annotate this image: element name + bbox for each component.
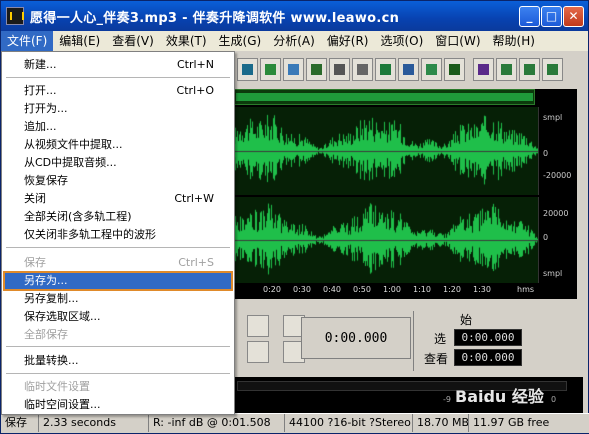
time-tick: 1:10 bbox=[413, 285, 431, 294]
time-tick: 1:30 bbox=[473, 285, 491, 294]
time-tick: 1:20 bbox=[443, 285, 461, 294]
toolbar-button-6[interactable] bbox=[352, 58, 373, 81]
menu-item-batch[interactable]: 批量转换... bbox=[4, 352, 232, 370]
level-tick: -9 bbox=[443, 395, 451, 404]
time-tick: 0:20 bbox=[263, 285, 281, 294]
status-size: 18.70 MB bbox=[413, 414, 469, 432]
toolbar-button-11[interactable] bbox=[473, 58, 494, 81]
status-format: 44100 ?16-bit ?Stereo bbox=[285, 414, 413, 432]
menu-view[interactable]: 查看(V) bbox=[106, 31, 160, 51]
menu-help[interactable]: 帮助(H) bbox=[487, 31, 541, 51]
scale-unit-bottom: smpl bbox=[543, 269, 563, 278]
overview-range[interactable] bbox=[236, 93, 533, 101]
toolbar-button-14[interactable] bbox=[542, 58, 563, 81]
menu-analyze[interactable]: 分析(A) bbox=[267, 31, 321, 51]
toolbar-button-7[interactable] bbox=[375, 58, 396, 81]
app-icon[interactable] bbox=[6, 7, 24, 25]
menu-generate[interactable]: 生成(G) bbox=[213, 31, 268, 51]
menu-item-temp-files[interactable]: 临时文件设置 bbox=[4, 378, 232, 396]
menu-item-extract-cd[interactable]: 从CD中提取音频... bbox=[4, 154, 232, 172]
toolbar-button-4[interactable] bbox=[306, 58, 327, 81]
file-menu-dropdown: 新建... Ctrl+N 打开... Ctrl+O 打开为... 追加... 从视频… bbox=[1, 51, 235, 415]
toolbar-button-10[interactable] bbox=[444, 58, 465, 81]
close-button[interactable]: ✕ bbox=[563, 6, 584, 27]
menu-bar: 文件(F) 编辑(E) 查看(V) 效果(T) 生成(G) 分析(A) 偏好(R… bbox=[1, 31, 588, 51]
time-ruler[interactable]: 0:20 0:30 0:40 0:50 1:00 1:10 1:20 1:30 … bbox=[233, 283, 538, 297]
menu-item-extract-video[interactable]: 从视频文件中提取... bbox=[4, 136, 232, 154]
menu-item-close-all[interactable]: 全部关闭(含多轨工程) bbox=[4, 208, 232, 226]
time-tick: 0:40 bbox=[323, 285, 341, 294]
zoom-full-button[interactable] bbox=[247, 341, 269, 363]
status-state: 保存 bbox=[1, 414, 39, 432]
watermark: Baidu 经验 bbox=[455, 387, 544, 406]
toolbar-button-8[interactable] bbox=[398, 58, 419, 81]
menu-item-temp-space[interactable]: 临时空间设置... bbox=[4, 396, 232, 414]
toolbar bbox=[233, 55, 577, 85]
scale-unit-top: smpl bbox=[543, 113, 563, 122]
toolbar-button-2[interactable] bbox=[260, 58, 281, 81]
title-bar[interactable]: 愿得一人心_伴奏3.mp3 - 伴奏升降调软件 www.leawo.cn _ □… bbox=[1, 1, 588, 31]
channel-left[interactable] bbox=[233, 107, 538, 195]
maximize-button[interactable]: □ bbox=[541, 6, 562, 27]
window-title: 愿得一人心_伴奏3.mp3 - 伴奏升降调软件 www.leawo.cn bbox=[30, 10, 400, 26]
menu-item-save-selection[interactable]: 保存选取区域... bbox=[4, 308, 232, 326]
selection-label: 选 bbox=[434, 332, 447, 346]
current-time: 0:00.000 bbox=[324, 331, 388, 346]
overview-bar[interactable] bbox=[233, 89, 535, 105]
menu-item-save-copy[interactable]: 另存复制... bbox=[4, 290, 232, 308]
time-tick: 1:00 bbox=[383, 285, 401, 294]
status-cursor: R: -inf dB @ 0:01.508 bbox=[149, 414, 285, 432]
menu-item-save-all[interactable]: 全部保存 bbox=[4, 326, 232, 344]
toolbar-button-13[interactable] bbox=[519, 58, 540, 81]
status-free: 11.97 GB free bbox=[473, 416, 550, 429]
status-duration: 2.33 seconds bbox=[39, 414, 149, 432]
menu-item-open[interactable]: 打开... Ctrl+O bbox=[4, 82, 232, 100]
time-tick: 0:50 bbox=[353, 285, 371, 294]
zoom-selection-button[interactable] bbox=[247, 315, 269, 337]
amplitude-scale-right: 20000 0 smpl bbox=[538, 197, 577, 283]
scale-zero-top: 0 bbox=[543, 149, 549, 158]
menu-separator bbox=[6, 77, 230, 78]
selection-header: 始 bbox=[460, 313, 473, 327]
menu-item-new[interactable]: 新建... Ctrl+N bbox=[4, 56, 232, 74]
toolbar-button-9[interactable] bbox=[421, 58, 442, 81]
time-tick: 0:30 bbox=[293, 285, 311, 294]
menu-window[interactable]: 窗口(W) bbox=[429, 31, 486, 51]
selection-start-field[interactable]: 0:00.000 bbox=[454, 329, 522, 346]
menu-item-open-as[interactable]: 打开为... bbox=[4, 100, 232, 118]
menu-item-close-nonmultitrack[interactable]: 仅关闭非多轨工程中的波形 bbox=[4, 226, 232, 244]
status-bar: 保存 2.33 seconds R: -inf dB @ 0:01.508 44… bbox=[1, 413, 589, 433]
toolbar-button-3[interactable] bbox=[283, 58, 304, 81]
toolbar-button-12[interactable] bbox=[496, 58, 517, 81]
scale-min-top: -20000 bbox=[543, 171, 572, 180]
toolbar-button-1[interactable] bbox=[237, 58, 258, 81]
menu-options[interactable]: 选项(O) bbox=[374, 31, 429, 51]
menu-separator bbox=[6, 373, 230, 374]
menu-preferences[interactable]: 偏好(R) bbox=[321, 31, 375, 51]
waveform-right bbox=[233, 197, 538, 283]
scale-max-bottom: 20000 bbox=[543, 209, 569, 218]
menu-item-save[interactable]: 保存 Ctrl+S bbox=[4, 254, 232, 272]
scale-zero-bottom: 0 bbox=[543, 233, 549, 242]
menu-effects[interactable]: 效果(T) bbox=[160, 31, 213, 51]
selection-panel: 始 选 0:00.000 查看 0:00.000 bbox=[413, 311, 522, 371]
channel-right[interactable] bbox=[233, 197, 538, 283]
view-start-field[interactable]: 0:00.000 bbox=[454, 349, 522, 366]
menu-item-append[interactable]: 追加... bbox=[4, 118, 232, 136]
view-label: 查看 bbox=[424, 352, 449, 366]
menu-file[interactable]: 文件(F) bbox=[1, 31, 54, 51]
waveform-left bbox=[233, 107, 538, 195]
amplitude-scale-left: smpl 0 -20000 bbox=[538, 107, 577, 195]
scissors-icon[interactable] bbox=[329, 58, 350, 81]
time-display: 0:00.000 bbox=[301, 317, 411, 359]
time-unit: hms bbox=[517, 285, 535, 294]
app-window: 愿得一人心_伴奏3.mp3 - 伴奏升降调软件 www.leawo.cn _ □… bbox=[0, 0, 589, 434]
menu-item-close[interactable]: 关闭 Ctrl+W bbox=[4, 190, 232, 208]
menu-separator bbox=[6, 346, 230, 347]
menu-edit[interactable]: 编辑(E) bbox=[53, 31, 106, 51]
menu-separator bbox=[6, 247, 230, 248]
minimize-button[interactable]: _ bbox=[519, 6, 540, 27]
menu-item-save-as[interactable]: 另存为... bbox=[3, 271, 233, 291]
menu-item-revert[interactable]: 恢复保存 bbox=[4, 172, 232, 190]
